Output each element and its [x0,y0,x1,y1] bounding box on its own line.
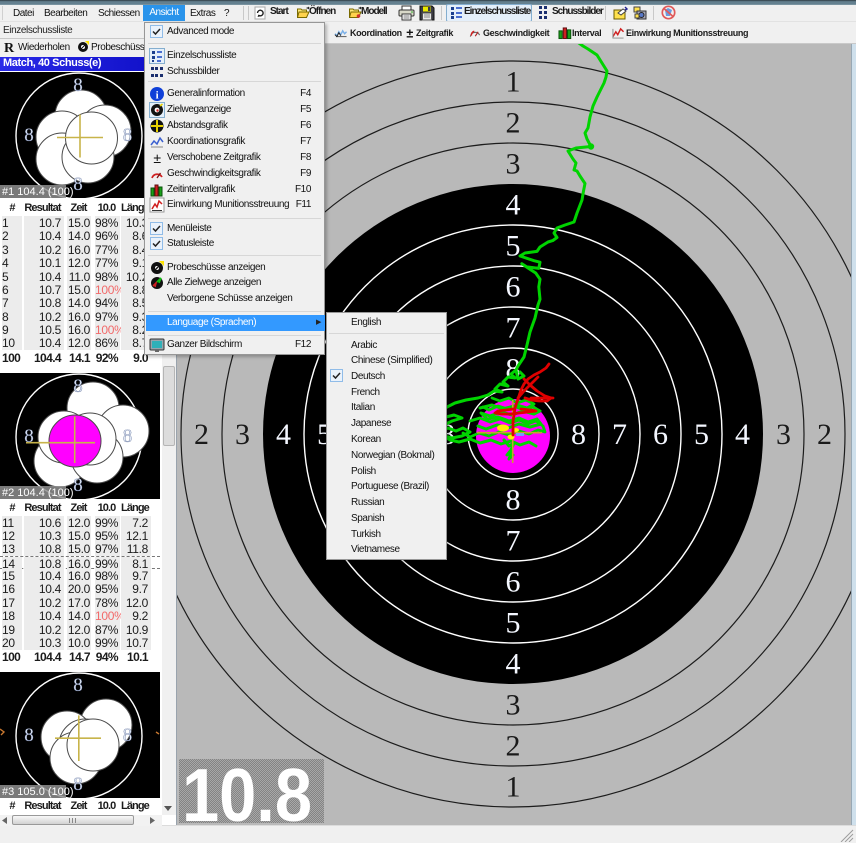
svg-text:2: 2 [506,107,521,140]
svg-text:#3 105.0 (100): #3 105.0 (100) [2,786,74,798]
svg-text:4: 4 [735,418,750,451]
svg-text:8: 8 [506,353,521,386]
svg-text:4: 4 [506,189,521,222]
svg-text:2: 2 [194,418,209,451]
svg-text:#2 104.4 (100): #2 104.4 (100) [2,487,74,499]
svg-text:2: 2 [506,730,521,763]
svg-text:8: 8 [571,418,586,451]
svg-text:5: 5 [506,230,521,263]
svg-text:7: 7 [612,418,627,451]
svg-text:3: 3 [235,418,250,451]
svg-text:8: 8 [24,725,34,746]
svg-text:8: 8 [123,125,133,146]
svg-text:8: 8 [73,174,83,195]
svg-text:8: 8 [123,426,133,447]
svg-text:4: 4 [276,418,291,451]
svg-text:#1 104.4 (100): #1 104.4 (100) [2,186,74,198]
svg-text:6: 6 [653,418,668,451]
svg-text:i: i [156,90,159,102]
svg-text:6: 6 [506,566,521,599]
svg-text:8: 8 [73,774,83,795]
svg-text:7: 7 [506,312,521,345]
svg-text:5: 5 [506,607,521,640]
svg-text:2: 2 [817,418,832,451]
svg-text:8: 8 [73,75,83,96]
svg-text:1: 1 [506,66,521,99]
svg-text:6: 6 [506,271,521,304]
svg-text:8: 8 [123,725,133,746]
svg-text:3: 3 [776,418,791,451]
svg-text:±: ± [153,150,161,166]
svg-text:±: ± [406,27,413,40]
svg-text:1: 1 [506,771,521,804]
svg-text:8: 8 [73,675,83,696]
svg-text:8: 8 [506,484,521,517]
svg-text:4: 4 [506,648,521,681]
svg-text:7: 7 [506,525,521,558]
svg-text:10.8: 10.8 [182,759,312,823]
svg-text:3: 3 [506,148,521,181]
svg-text:8: 8 [24,426,34,447]
svg-text:8: 8 [73,376,83,397]
svg-text:8: 8 [73,475,83,496]
svg-text:3: 3 [506,689,521,722]
svg-text:8: 8 [24,125,34,146]
svg-text:5: 5 [694,418,709,451]
